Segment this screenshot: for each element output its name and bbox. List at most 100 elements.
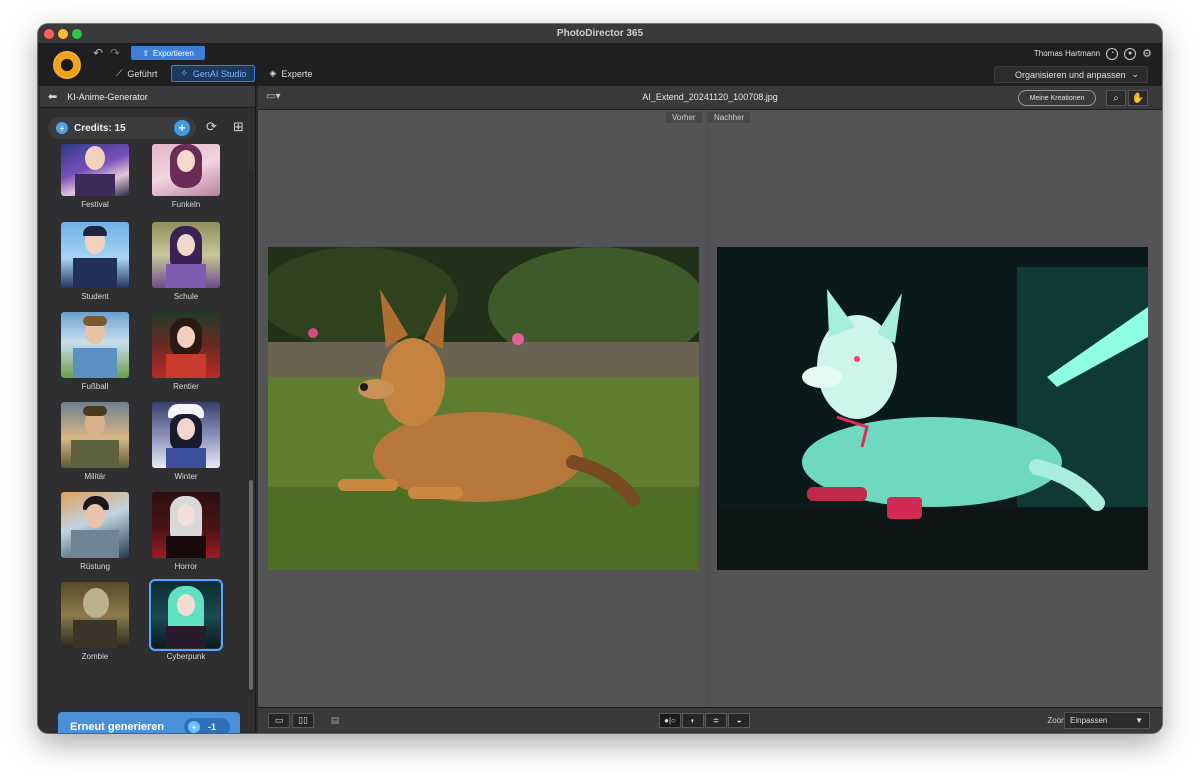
style-thumbnail bbox=[152, 312, 220, 378]
style-thumbnail bbox=[152, 222, 220, 288]
style-label: Rentier bbox=[173, 382, 199, 391]
style-thumbnail-selected bbox=[149, 579, 223, 651]
split-view-icon[interactable]: ▯▯ bbox=[292, 713, 314, 728]
gift-icon[interactable]: ⊞ bbox=[233, 119, 244, 135]
my-creations-button[interactable]: Meine Kreationen bbox=[1018, 90, 1096, 106]
style-thumbnail bbox=[61, 582, 129, 648]
main-canvas: ▭▾ AI_Extend_20241120_100708.jpg Meine K… bbox=[258, 86, 1162, 733]
sidebar-scrollbar[interactable] bbox=[249, 170, 253, 694]
chevron-down-icon: ⌄ bbox=[1131, 69, 1139, 79]
style-label: Schule bbox=[173, 292, 199, 301]
style-thumbnail bbox=[152, 402, 220, 468]
style-label: Rüstung bbox=[80, 562, 110, 571]
magic-wand-icon: ⟋ bbox=[116, 68, 123, 78]
style-label: Cyberpunk bbox=[166, 652, 206, 661]
credit-cost-badge: + -1 bbox=[184, 718, 230, 733]
before-label: Vorher bbox=[666, 112, 702, 123]
style-item-ruestung[interactable]: Rüstung bbox=[60, 492, 130, 571]
app-window: PhotoDirector 365 ↶ ↷ ⇪ Exportieren ⟋ Ge… bbox=[38, 24, 1162, 733]
style-thumbnail bbox=[61, 492, 129, 558]
style-thumbnail bbox=[152, 492, 220, 558]
after-image bbox=[717, 247, 1148, 570]
style-item-militaer[interactable]: Militär bbox=[60, 402, 130, 481]
style-thumbnail bbox=[152, 144, 220, 196]
user-area: Thomas Hartmann ◔ ● ⚙ bbox=[1034, 47, 1152, 60]
compare-divider[interactable] bbox=[707, 111, 708, 707]
canvas-toolbar: ▭▾ AI_Extend_20241120_100708.jpg Meine K… bbox=[258, 86, 1162, 110]
style-thumbnail bbox=[61, 222, 129, 288]
style-item-student[interactable]: Student bbox=[60, 222, 130, 301]
style-label: Festival bbox=[81, 200, 109, 209]
hand-tool-icon[interactable]: ✋ bbox=[1128, 90, 1148, 106]
filmstrip-icon[interactable]: ▤ bbox=[324, 713, 346, 728]
credit-icon: + bbox=[56, 122, 68, 134]
compare-side-by-side-icon[interactable]: ●|○ bbox=[659, 713, 681, 728]
after-label: Nachher bbox=[708, 112, 751, 123]
scrollbar-thumb[interactable] bbox=[249, 480, 253, 690]
tab-guided[interactable]: ⟋ Geführt bbox=[108, 65, 165, 82]
style-item-funkeln[interactable]: Funkeln bbox=[151, 144, 221, 209]
organize-dropdown[interactable]: Organisieren und anpassen ⌄ bbox=[994, 66, 1148, 83]
user-account-icon[interactable]: ◔ bbox=[1106, 47, 1119, 60]
zoom-tool-icon[interactable]: ⌕ bbox=[1106, 90, 1126, 106]
title-bar: PhotoDirector 365 bbox=[38, 24, 1162, 44]
style-label: Fußball bbox=[81, 382, 109, 391]
redo-icon[interactable]: ↷ bbox=[110, 46, 120, 60]
tab-expert[interactable]: ◈ Experte bbox=[261, 65, 320, 82]
style-item-festival[interactable]: Festival bbox=[60, 144, 130, 209]
tab-genai-studio[interactable]: ✧ GenAI Studio bbox=[171, 65, 256, 82]
style-label: Militär bbox=[84, 472, 106, 481]
export-label: Exportieren bbox=[152, 48, 194, 58]
before-image bbox=[268, 247, 699, 570]
single-view-icon[interactable]: ▭ bbox=[268, 713, 290, 728]
style-item-schule[interactable]: Schule bbox=[151, 222, 221, 301]
user-name: Thomas Hartmann bbox=[1033, 49, 1101, 58]
style-label: Student bbox=[81, 292, 109, 301]
zoom-select[interactable]: Einpassen ▼ bbox=[1064, 712, 1150, 729]
sidebar-header: ⬅ KI-Anime-Generator bbox=[40, 86, 255, 108]
sidebar-panel: ⬅ KI-Anime-Generator + Credits: 15 + ⟳ ⊞… bbox=[40, 86, 256, 733]
top-toolbar: ↶ ↷ ⇪ Exportieren ⟋ Geführt ✧ GenAI Stud… bbox=[38, 44, 1162, 86]
compare-overlay-icon[interactable]: ◒ bbox=[728, 713, 750, 728]
sidebar-title: KI-Anime-Generator bbox=[67, 91, 148, 102]
app-logo bbox=[53, 51, 81, 79]
dog-photo-illustration bbox=[268, 247, 699, 570]
regenerate-button[interactable]: Erneut generieren + -1 bbox=[58, 712, 240, 733]
style-item-zombie[interactable]: Zombie bbox=[60, 582, 130, 661]
style-label: Horror bbox=[174, 562, 198, 571]
zoom-value: Einpassen bbox=[1070, 716, 1108, 725]
style-item-rentier[interactable]: Rentier bbox=[151, 312, 221, 391]
export-icon: ⇪ bbox=[142, 48, 149, 58]
style-label: Winter bbox=[174, 472, 198, 481]
style-item-cyberpunk[interactable]: Cyberpunk bbox=[149, 579, 223, 661]
settings-gear-icon[interactable]: ⚙ bbox=[1142, 47, 1152, 60]
chevron-down-icon: ▼ bbox=[1135, 716, 1143, 725]
canvas-bottom-toolbar: ▭ ▯▯ ▤ ●|○ ◐ ≑ ◒ Zoom: Einpassen ▼ bbox=[258, 707, 1162, 733]
style-thumbnail bbox=[61, 312, 129, 378]
export-button[interactable]: ⇪ Exportieren bbox=[131, 46, 205, 60]
app-title: PhotoDirector 365 bbox=[556, 28, 644, 39]
cyberpunk-wolf-illustration bbox=[717, 247, 1148, 570]
add-credits-button[interactable]: + bbox=[174, 120, 190, 136]
style-label: Zombie bbox=[81, 652, 109, 661]
credits-display: + Credits: 15 + bbox=[48, 117, 196, 139]
style-item-winter[interactable]: Winter bbox=[151, 402, 221, 481]
sparkle-icon: ✧ bbox=[180, 68, 188, 78]
notification-icon[interactable]: ● bbox=[1124, 47, 1137, 60]
tab-guided-label: Geführt bbox=[127, 68, 158, 79]
style-item-fussball[interactable]: Fußball bbox=[60, 312, 130, 391]
tab-expert-label: Experte bbox=[281, 68, 313, 79]
undo-icon[interactable]: ↶ bbox=[93, 46, 103, 60]
style-grid: Festival Funkeln Student Schule Fußball … bbox=[40, 144, 246, 684]
refresh-icon[interactable]: ⟳ bbox=[206, 119, 217, 135]
mode-tabs: ⟋ Geführt ✧ GenAI Studio ◈ Experte bbox=[108, 65, 320, 82]
organize-label: Organisieren und anpassen bbox=[1015, 69, 1126, 80]
style-item-horror[interactable]: Horror bbox=[151, 492, 221, 571]
layers-icon: ◈ bbox=[269, 68, 277, 78]
compare-split-horizontal-icon[interactable]: ≑ bbox=[705, 713, 727, 728]
compare-split-vertical-icon[interactable]: ◐ bbox=[682, 713, 704, 728]
credits-label: Credits: 15 bbox=[74, 122, 126, 134]
back-arrow-icon[interactable]: ⬅ bbox=[48, 90, 57, 103]
credit-cost-value: -1 bbox=[208, 722, 217, 732]
regenerate-label: Erneut generieren bbox=[70, 721, 165, 733]
